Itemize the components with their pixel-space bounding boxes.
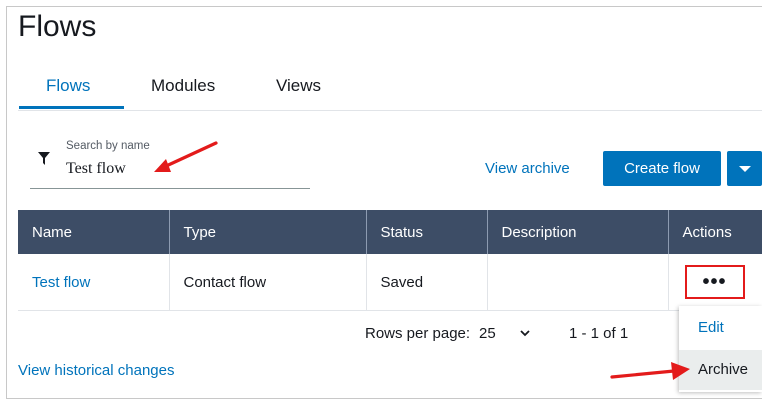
caret-down-icon [739, 166, 751, 172]
flow-name-link[interactable]: Test flow [32, 274, 90, 291]
cell-type: Contact flow [169, 254, 367, 311]
column-header-description[interactable]: Description [487, 210, 669, 254]
table-header-row: Name Type Status Description Actions [18, 210, 762, 254]
rows-per-page-label: Rows per page: [365, 325, 471, 342]
chevron-down-icon[interactable] [519, 327, 531, 339]
view-archive-link[interactable]: View archive [485, 160, 570, 177]
page-title: Flows [18, 10, 97, 43]
annotation-arrow-archive [610, 362, 690, 380]
filter-icon [38, 152, 50, 165]
annotation-arrow-search [154, 141, 218, 172]
active-tab-indicator [19, 106, 124, 109]
table-row: Test flow Contact flow Saved ••• [18, 254, 762, 311]
column-header-actions: Actions [668, 210, 762, 254]
menu-item-edit[interactable]: Edit [679, 308, 762, 348]
view-historical-changes-link[interactable]: View historical changes [18, 362, 174, 379]
flows-table: Name Type Status Description Actions Tes… [18, 210, 762, 311]
actions-menu-button[interactable]: ••• [684, 265, 745, 299]
create-flow-button[interactable]: Create flow [603, 151, 721, 186]
cell-description [487, 254, 669, 311]
column-header-status[interactable]: Status [366, 210, 488, 254]
tab-modules[interactable]: Modules [151, 76, 215, 96]
tab-views[interactable]: Views [276, 76, 321, 96]
column-header-type[interactable]: Type [169, 210, 367, 254]
cell-name: Test flow [18, 254, 170, 311]
pagination-range: 1 - 1 of 1 [569, 325, 629, 342]
search-value[interactable]: Test flow [66, 160, 126, 178]
rows-per-page-select[interactable]: 25 [479, 325, 496, 342]
search-label: Search by name [66, 140, 150, 152]
create-flow-dropdown-button[interactable] [727, 151, 762, 186]
cell-actions: ••• [668, 254, 762, 311]
column-header-name[interactable]: Name [18, 210, 170, 254]
cell-status: Saved [366, 254, 488, 311]
rows-per-page: Rows per page: 25 [365, 325, 530, 342]
tab-flows[interactable]: Flows [46, 76, 90, 96]
tab-bar: Flows Modules Views [18, 76, 762, 111]
